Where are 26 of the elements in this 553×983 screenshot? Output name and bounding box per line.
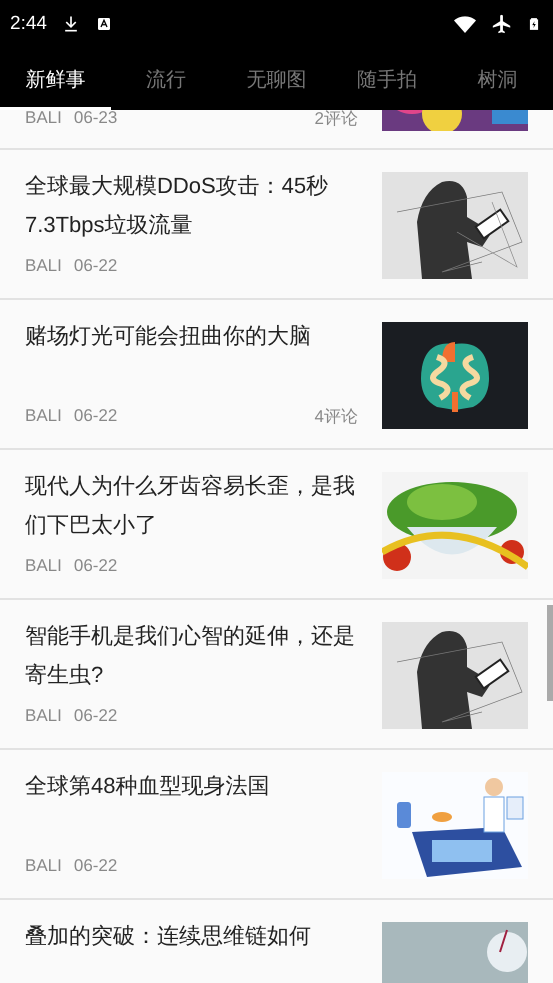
article-date: 06-22 bbox=[74, 706, 118, 726]
article-title[interactable]: 智能手机是我们心智的延伸，还是寄生虫? bbox=[25, 616, 358, 694]
article-title[interactable]: 赌场灯光可能会扭曲你的大脑 bbox=[25, 316, 358, 394]
article-author: BALI bbox=[25, 256, 62, 276]
article-date: 06-23 bbox=[74, 110, 118, 128]
article-date: 06-22 bbox=[74, 556, 118, 576]
article-date: 06-22 bbox=[74, 406, 118, 426]
article-title[interactable]: 现代人为什么牙齿容易长歪，是我们下巴太小了 bbox=[25, 466, 358, 544]
article-title[interactable]: 全球最大规模DDoS攻击：45秒7.3Tbps垃圾流量 bbox=[25, 166, 358, 244]
article-date: 06-22 bbox=[74, 256, 118, 276]
tab[interactable]: 新鲜事 bbox=[0, 48, 111, 110]
article-title[interactable]: 叠加的突破：连续思维链如何 bbox=[25, 916, 358, 983]
article-author: BALI bbox=[25, 556, 62, 576]
tab[interactable]: 无聊图 bbox=[221, 48, 332, 110]
article-author: BALI bbox=[25, 110, 62, 128]
status-time: 2:44 bbox=[10, 13, 47, 35]
article-author: BALI bbox=[25, 706, 62, 726]
tab[interactable]: 树洞 bbox=[442, 48, 553, 110]
article-title[interactable]: 全球第48种血型现身法国 bbox=[25, 766, 358, 844]
comment-count: 4评论 bbox=[314, 406, 358, 428]
article-author: BALI bbox=[25, 856, 62, 876]
tab[interactable]: 流行 bbox=[110, 48, 222, 110]
article-date: 06-22 bbox=[74, 856, 118, 876]
airplane-icon bbox=[491, 13, 513, 35]
tab[interactable]: 随手拍 bbox=[332, 48, 442, 110]
article-author: BALI bbox=[25, 406, 62, 426]
